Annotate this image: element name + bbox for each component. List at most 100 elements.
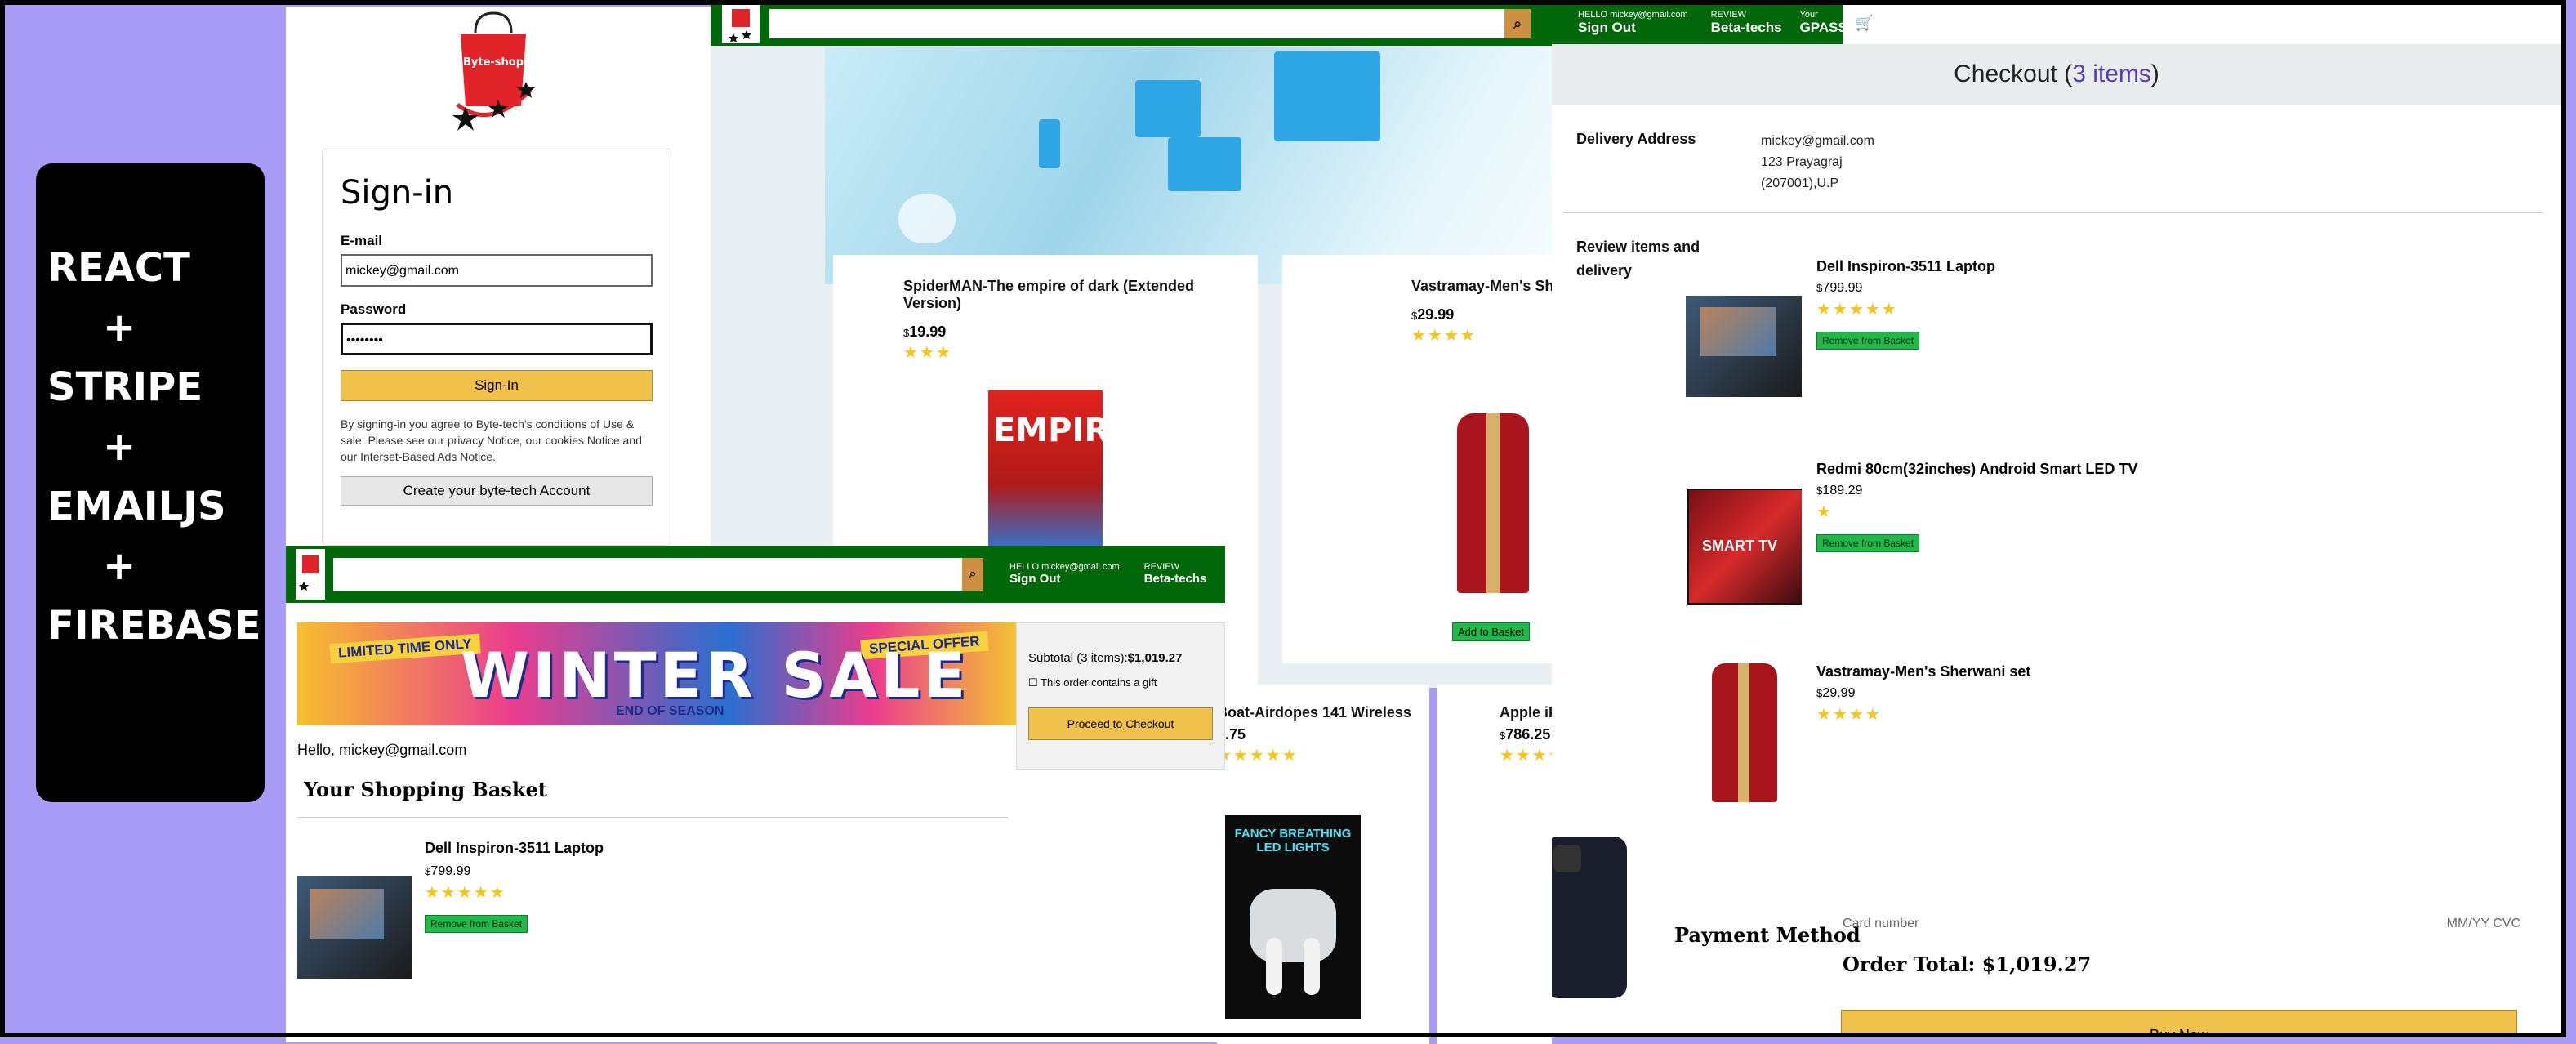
- order-total: Order Total: $1,019.27: [1843, 953, 2092, 976]
- add-to-basket-button[interactable]: Add to Basket: [1452, 622, 1530, 641]
- cart-icon[interactable]: 🛒: [1856, 15, 1874, 31]
- stack-plus: +: [103, 543, 136, 589]
- remove-from-basket-button[interactable]: Remove from Basket: [1816, 534, 1920, 552]
- checkout-item-title: Vastramay-Men's Sherwani set: [1816, 663, 2031, 680]
- product-rating: ★★★: [903, 344, 952, 362]
- signin-page: Byte-shop Sign-in E-mail mickey@gmail.co…: [286, 7, 711, 546]
- product-price: $786.25: [1500, 726, 1551, 743]
- password-field[interactable]: ••••••••: [341, 323, 653, 355]
- checkout-item-title: Redmi 80cm(32inches) Android Smart LED T…: [1816, 461, 2138, 477]
- search-input[interactable]: [769, 9, 1504, 38]
- product-card: Boat-Airdopes 141 Wireless ...75 ★★★★★ F…: [1217, 685, 1429, 1044]
- subtotal-box: Subtotal (3 items):$1,019.27 ☐ This orde…: [1016, 622, 1225, 770]
- header-logo[interactable]: [296, 549, 325, 600]
- header-logo-icon: [729, 9, 751, 42]
- search-input[interactable]: [333, 558, 962, 591]
- password-label: Password: [341, 301, 407, 317]
- nav-review[interactable]: REVIEW Beta-techs: [1144, 563, 1207, 585]
- search-icon[interactable]: ⌕: [962, 558, 983, 591]
- product-title: Vastramay-Men's Sherwani set: [1411, 278, 1552, 294]
- top-header: ⌕: [711, 2, 1552, 46]
- phone-icon: [1039, 119, 1060, 168]
- gift-checkbox[interactable]: ☐ This order contains a gift: [1028, 676, 1213, 689]
- signin-card: Sign-in E-mail mickey@gmail.com Password…: [322, 149, 671, 546]
- signin-title: Sign-in: [341, 174, 454, 212]
- checkout-item-price: $799.99: [1816, 281, 1863, 295]
- review-label: Review items and delivery: [1576, 239, 1700, 279]
- product-rating: ★★★★: [1411, 327, 1477, 345]
- product-card: Apple iPh $786.25 ★★★★★: [1437, 685, 1552, 1044]
- earbuds-image: FANCY BREATHING LED LIGHTS: [1225, 815, 1361, 1019]
- basket-heading: Your Shopping Basket: [304, 778, 547, 801]
- divider: [297, 817, 1008, 818]
- remove-from-basket-button[interactable]: Remove from Basket: [1816, 332, 1920, 350]
- divider: [1563, 212, 2543, 213]
- cart-count: 0: [1879, 16, 1886, 30]
- basket-page: ⌕ HELLO mickey@gmail.com Sign Out REVIEW B…: [286, 546, 1225, 1042]
- nav-review[interactable]: REVIEW Beta-techs: [1711, 11, 1782, 35]
- product-card: Vastramay-Men's Sherwani set $29.99 ★★★★…: [1282, 255, 1552, 663]
- nav-signout[interactable]: HELLO mickey@gmail.com Sign Out: [1009, 563, 1120, 585]
- svg-text:Byte-shop: Byte-shop: [463, 56, 524, 69]
- spiderman-cover-image: EMPIRE: [988, 390, 1103, 546]
- laptop-icon: [1168, 137, 1241, 191]
- stack-plus: +: [103, 305, 136, 350]
- product-title: SpiderMAN-The empire of dark (Extended V…: [903, 278, 1195, 311]
- card-number-field[interactable]: Card number MM/YY CVC: [1843, 917, 2520, 941]
- product-rating: ★★★★★: [1500, 747, 1552, 765]
- basket-item-rating: ★★★★★: [425, 884, 506, 902]
- remove-from-basket-button[interactable]: Remove from Basket: [425, 915, 528, 933]
- signin-button[interactable]: Sign-In: [341, 370, 653, 401]
- buy-now-button[interactable]: Buy Now: [1841, 1010, 2517, 1037]
- checkout-item-rating: ★★★★★: [1816, 301, 1898, 319]
- checkout-item-price: $29.99: [1816, 686, 1856, 700]
- tech-stack-panel: REACT + STRIPE + EMAILJS + FIREBASE: [36, 163, 265, 802]
- monitor-icon: [1274, 51, 1380, 141]
- byte-shop-logo[interactable]: Byte-shop: [441, 8, 547, 131]
- proceed-to-checkout-button[interactable]: Proceed to Checkout: [1028, 707, 1213, 740]
- winter-sale-banner: LIMITED TIME ONLY SPECIAL OFFER WINTER S…: [297, 622, 1016, 725]
- sherwani-image: [1704, 663, 1785, 802]
- email-field[interactable]: mickey@gmail.com: [341, 254, 653, 287]
- basket-item-title: Dell Inspiron-3511 Laptop: [425, 840, 604, 856]
- payment-method-label: Payment Method: [1674, 923, 1861, 947]
- shopping-bag-icon: Byte-shop: [452, 11, 535, 131]
- basket-item-price: $799.99: [425, 864, 471, 878]
- checkout-item-rating: ★★★★: [1816, 706, 1882, 724]
- nav-signout[interactable]: HELLO mickey@gmail.com Sign Out: [1578, 11, 1688, 35]
- delivery-address: mickey@gmail.com 123 Prayagraj (207001),…: [1761, 134, 1874, 190]
- product-price: ...75: [1217, 726, 1246, 743]
- stack-firebase: FIREBASE: [47, 603, 261, 649]
- hero-banner: [825, 47, 1552, 284]
- header-logo[interactable]: [722, 4, 760, 43]
- tv-image: SMART TV: [1686, 489, 1802, 609]
- header-logo-icon: [299, 555, 319, 591]
- subtotal-line: Subtotal (3 items):$1,019.27: [1028, 651, 1183, 665]
- product-rating: ★★★★★: [1217, 747, 1299, 765]
- checkout-item-price: $189.29: [1816, 484, 1863, 497]
- search-icon[interactable]: ⌕: [1504, 9, 1531, 38]
- terms-text: By signing-in you agree to Byte-tech's c…: [341, 417, 642, 463]
- basket-header: ⌕ HELLO mickey@gmail.com Sign Out REVIEW B…: [286, 546, 1225, 603]
- tablet-icon: [1135, 80, 1201, 137]
- hello-text: Hello, mickey@gmail.com: [297, 742, 467, 758]
- product-title: Boat-Airdopes 141 Wireless: [1217, 704, 1411, 721]
- create-account-button[interactable]: Create your byte-tech Account: [341, 476, 653, 506]
- stack-react: REACT: [47, 245, 190, 291]
- email-label: E-mail: [341, 233, 383, 248]
- product-price: $19.99: [903, 323, 947, 340]
- chat-icon: [898, 194, 956, 243]
- laptop-image: [1686, 296, 1802, 397]
- product-price: $29.99: [1411, 306, 1455, 323]
- checkout-item-rating: ★: [1816, 503, 1833, 521]
- checkout-title: Checkout (3 items): [1552, 44, 2561, 105]
- nav-gpass[interactable]: Your GPASS: [1800, 11, 1847, 35]
- checkout-page: HELLO mickey@gmail.com Sign Out REVIEW Bet…: [1552, 2, 2561, 1037]
- stack-emailjs: EMAILJS: [47, 484, 226, 529]
- stack-plus: +: [103, 424, 136, 470]
- checkout-header: HELLO mickey@gmail.com Sign Out REVIEW Bet…: [1552, 2, 1886, 44]
- product-title: Apple iPh: [1500, 704, 1552, 721]
- laptop-image: [297, 876, 412, 979]
- checkout-item-title: Dell Inspiron-3511 Laptop: [1816, 258, 1996, 274]
- sherwani-image: [1444, 397, 1542, 593]
